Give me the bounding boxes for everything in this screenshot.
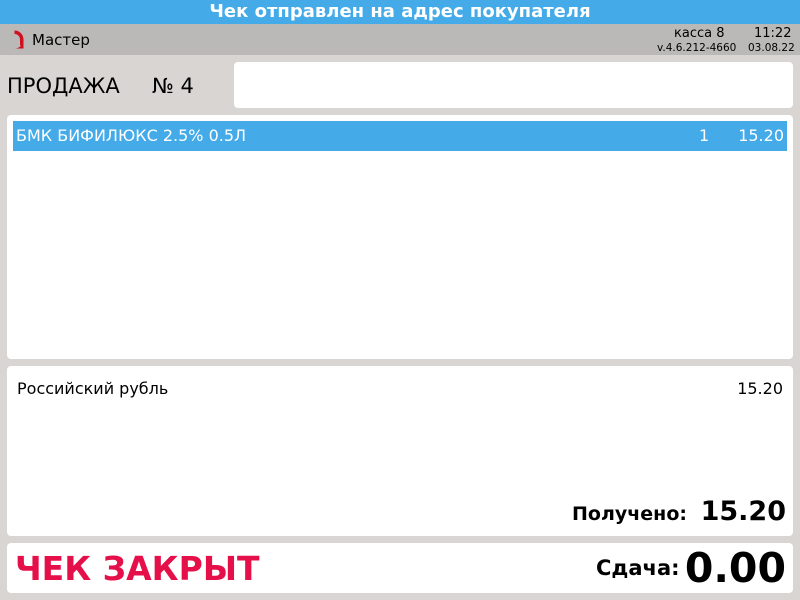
payment-panel: Российский рубль 15.20 Получено: 15.20 [7, 366, 793, 536]
received-value: 15.20 [700, 496, 786, 527]
received-label: Получено: [572, 503, 687, 525]
app-name: Мастер [32, 31, 90, 49]
clock: 11:22 [754, 26, 792, 41]
payment-amount: 15.20 [737, 379, 783, 398]
barcode-input[interactable] [234, 62, 793, 108]
sale-title: ПРОДАЖА [7, 74, 120, 98]
item-quantity: 1 [699, 126, 710, 145]
items-list: БМК БИФИЛЮКС 2.5% 0.5Л 1 15.20 [7, 115, 793, 359]
change-value: 0.00 [684, 544, 786, 592]
change-label: Сдача: [596, 556, 680, 580]
date-label: 03.08.22 [748, 42, 795, 54]
payment-currency: Российский рубль [17, 379, 169, 398]
item-price: 15.20 [738, 126, 784, 145]
status-panel: ЧЕК ЗАКРЫТ Сдача: 0.00 [7, 543, 793, 593]
register-label: касса 8 [674, 26, 725, 41]
item-name: БМК БИФИЛЮКС 2.5% 0.5Л [16, 126, 247, 145]
version-label: v.4.6.212-4660 [657, 42, 737, 54]
status-banner: Чек отправлен на адрес покупателя [0, 0, 800, 24]
receipt-closed-status: ЧЕК ЗАКРЫТ [15, 549, 260, 588]
app-logo-icon [4, 29, 25, 50]
sale-number: № 4 [152, 74, 194, 98]
item-row[interactable]: БМК БИФИЛЮКС 2.5% 0.5Л 1 15.20 [13, 121, 787, 151]
header-bar: Мастер касса 8 11:22 v.4.6.212-4660 03.0… [0, 24, 800, 55]
